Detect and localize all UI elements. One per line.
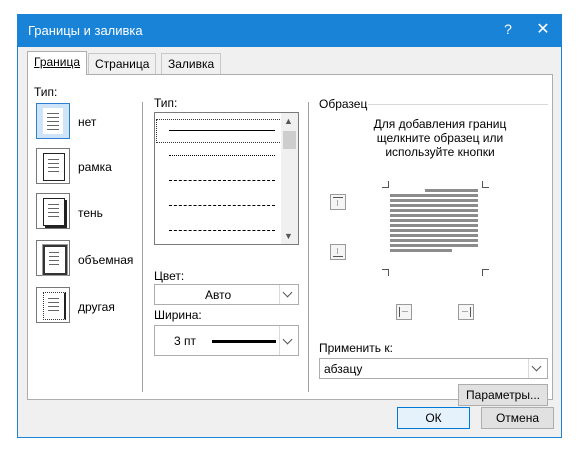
chevron-down-icon bbox=[282, 287, 293, 298]
left-border-toggle[interactable] bbox=[396, 304, 412, 320]
separator bbox=[308, 102, 309, 392]
setting-box-button[interactable] bbox=[36, 148, 70, 184]
apply-to-select[interactable]: абзацу bbox=[319, 358, 548, 379]
help-button[interactable]: ? bbox=[498, 21, 518, 37]
setting-none-label: нет bbox=[78, 115, 97, 129]
borders-and-shading-dialog: Границы и заливка ? ✕ Граница Страница З… bbox=[17, 14, 562, 438]
setting-custom-button[interactable] bbox=[36, 287, 70, 323]
chevron-down-icon bbox=[282, 334, 293, 345]
setting-3d-label: объемная bbox=[78, 253, 134, 267]
right-border-toggle[interactable] bbox=[458, 304, 474, 320]
line-style-dashed[interactable] bbox=[161, 196, 275, 214]
setting-shadow-label: тень bbox=[78, 206, 103, 220]
cancel-button[interactable]: Отмена bbox=[481, 407, 554, 429]
setting-3d-button[interactable] bbox=[36, 240, 70, 276]
none-border-icon bbox=[43, 108, 63, 134]
ok-button[interactable]: ОК bbox=[397, 407, 470, 429]
setting-box-label: рамка bbox=[78, 160, 112, 174]
line-style-solid[interactable] bbox=[156, 119, 282, 143]
width-dropdown-button[interactable] bbox=[279, 326, 298, 355]
preview-hint-3: используйте кнопки bbox=[385, 145, 495, 159]
line-style-dash-dot[interactable] bbox=[161, 221, 275, 239]
setting-shadow-button[interactable] bbox=[36, 193, 70, 229]
preview-area[interactable] bbox=[378, 177, 490, 279]
apply-to-dropdown-button[interactable] bbox=[528, 359, 547, 378]
setting-none-button[interactable] bbox=[36, 103, 70, 139]
tab-shading[interactable]: Заливка bbox=[161, 53, 222, 74]
scroll-down-icon[interactable]: ▼ bbox=[284, 231, 293, 241]
width-label: Ширина: bbox=[154, 308, 202, 322]
top-border-toggle[interactable] bbox=[330, 194, 346, 210]
setting-custom-label: другая bbox=[78, 300, 115, 314]
color-dropdown-button[interactable] bbox=[279, 285, 298, 304]
line-style-dashed-fine[interactable] bbox=[161, 171, 275, 189]
width-value: 3 пт bbox=[174, 334, 197, 348]
options-button[interactable]: Параметры... bbox=[458, 384, 548, 406]
tab-border[interactable]: Граница bbox=[27, 51, 88, 75]
apply-to-label: Применить к: bbox=[319, 341, 393, 355]
color-value: Авто bbox=[205, 288, 232, 302]
width-line-sample bbox=[212, 340, 276, 343]
width-select[interactable]: 3 пт bbox=[154, 325, 299, 356]
color-label: Цвет: bbox=[154, 269, 185, 283]
3d-border-icon bbox=[42, 244, 68, 276]
custom-border-icon bbox=[43, 292, 66, 320]
scroll-thumb[interactable] bbox=[283, 131, 296, 149]
line-style-dotted[interactable] bbox=[161, 146, 275, 164]
scroll-up-icon[interactable]: ▲ bbox=[284, 116, 293, 126]
preview-label: Образец bbox=[319, 97, 368, 111]
tab-panel: Тип: нет рамка тень объемная другая Тип:… bbox=[27, 74, 553, 406]
line-style-scrollbar[interactable]: ▲ ▼ bbox=[281, 113, 298, 244]
setting-type-label: Тип: bbox=[34, 85, 58, 99]
shadow-border-icon bbox=[43, 198, 65, 226]
chevron-down-icon bbox=[531, 361, 542, 372]
color-select[interactable]: Авто bbox=[154, 284, 299, 305]
preview-sample-text bbox=[390, 189, 478, 254]
close-button[interactable]: ✕ bbox=[533, 19, 553, 39]
bottom-border-toggle[interactable] bbox=[330, 244, 346, 260]
tab-page-border[interactable]: Страница bbox=[88, 53, 157, 74]
separator bbox=[142, 102, 143, 392]
window-title: Границы и заливка bbox=[28, 23, 143, 38]
preview-separator bbox=[368, 104, 548, 105]
line-style-list[interactable]: ▲ ▼ bbox=[154, 112, 299, 245]
apply-to-value: абзацу bbox=[324, 362, 363, 376]
box-border-icon bbox=[43, 153, 65, 181]
line-style-label: Тип: bbox=[154, 96, 178, 110]
title-bar: Границы и заливка ? ✕ bbox=[18, 15, 561, 47]
